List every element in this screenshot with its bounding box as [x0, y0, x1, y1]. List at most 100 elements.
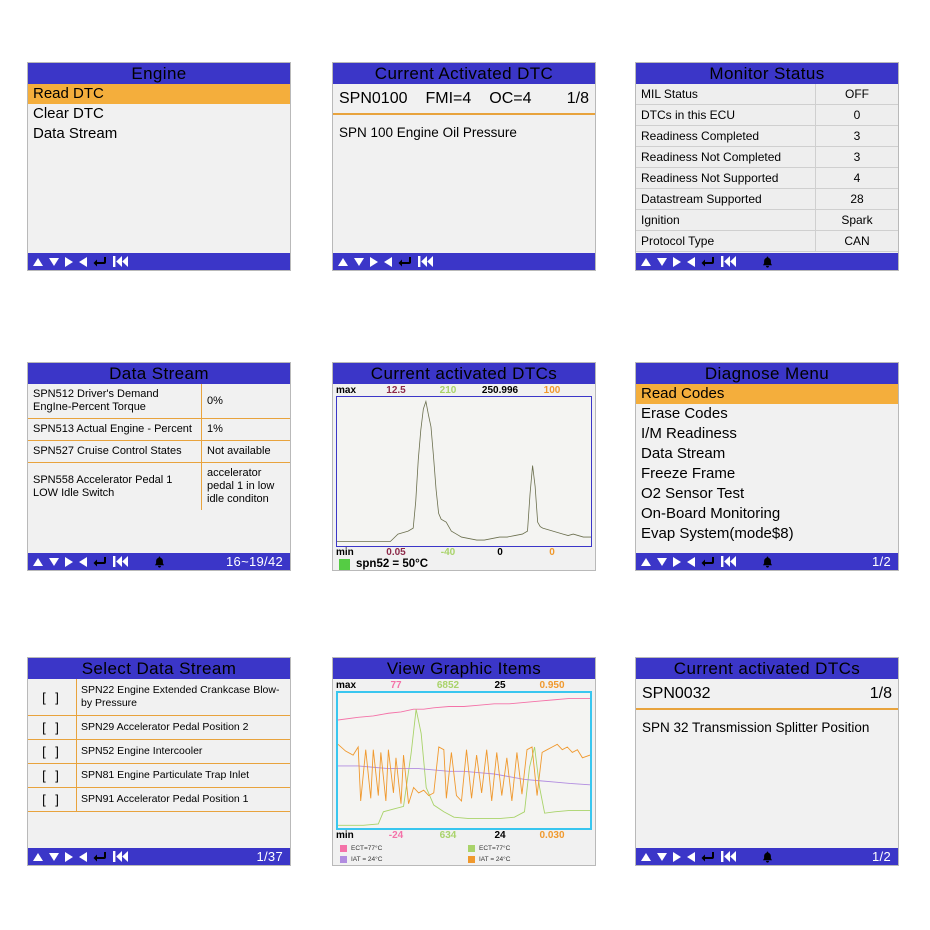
legend-label: IAT = 24°C	[351, 856, 383, 863]
triangle-down-icon[interactable]	[49, 257, 59, 266]
toolbar-icon-group	[33, 556, 165, 568]
bell-icon[interactable]	[762, 256, 773, 268]
menu-item-erase-codes[interactable]: Erase Codes	[636, 404, 898, 424]
menu-item-read-dtc[interactable]: Read DTC	[28, 84, 290, 104]
triangle-down-icon[interactable]	[657, 852, 667, 861]
row-value: 3	[815, 146, 898, 168]
triangle-right-icon[interactable]	[65, 556, 73, 567]
triangle-left-icon[interactable]	[384, 256, 392, 267]
panel-engine: Engine Read DTC Clear DTC Data Stream	[27, 62, 291, 271]
triangle-up-icon[interactable]	[33, 257, 43, 266]
enter-return-icon[interactable]	[701, 556, 715, 568]
triangle-left-icon[interactable]	[687, 256, 695, 267]
diagnose-menu-footer-toolbar: 1/2	[636, 553, 898, 570]
triangle-down-icon[interactable]	[657, 557, 667, 566]
monitor-status-table: MIL Status OFF DTCs in this ECU 0 Readin…	[636, 84, 898, 252]
skip-back-icon[interactable]	[721, 256, 736, 267]
legend-label: IAT = 24°C	[479, 856, 511, 863]
triangle-down-icon[interactable]	[49, 852, 59, 861]
triangle-down-icon[interactable]	[49, 557, 59, 566]
triangle-right-icon[interactable]	[673, 851, 681, 862]
checkbox-field[interactable]: [ ]	[28, 787, 77, 812]
enter-return-icon[interactable]	[398, 256, 412, 268]
table-row[interactable]: SPN527 Cruise Control States Not availab…	[28, 440, 290, 463]
min-value-4: 0.030	[539, 830, 565, 841]
bell-icon[interactable]	[762, 851, 773, 863]
triangle-down-icon[interactable]	[354, 257, 364, 266]
checkbox-field[interactable]: [ ]	[28, 763, 77, 788]
triangle-left-icon[interactable]	[687, 556, 695, 567]
panel-view-graphic-items: View Graphic Items max 77 6852 25 0.950	[332, 657, 596, 866]
current-activated-dtc-footer-toolbar	[333, 253, 595, 270]
triangle-left-icon[interactable]	[687, 851, 695, 862]
enter-return-icon[interactable]	[701, 851, 715, 863]
triangle-right-icon[interactable]	[65, 851, 73, 862]
skip-back-icon[interactable]	[721, 556, 736, 567]
triangle-up-icon[interactable]	[338, 257, 348, 266]
screenshot-grid: Engine Read DTC Clear DTC Data Stream Cu…	[0, 0, 930, 930]
triangle-left-icon[interactable]	[79, 256, 87, 267]
triangle-up-icon[interactable]	[33, 557, 43, 566]
legend-swatch-purple	[340, 856, 347, 863]
enter-return-icon[interactable]	[93, 851, 107, 863]
skip-back-icon[interactable]	[113, 556, 128, 567]
toolbar-icon-group	[641, 256, 773, 268]
bell-icon[interactable]	[762, 556, 773, 568]
max-value-2: 6852	[436, 680, 460, 691]
list-item[interactable]: [ ] SPN81 Engine Particulate Trap Inlet	[28, 763, 290, 788]
skip-back-icon[interactable]	[418, 256, 433, 267]
skip-back-icon[interactable]	[113, 851, 128, 862]
triangle-down-icon[interactable]	[657, 257, 667, 266]
list-item[interactable]: [ ] SPN29 Accelerator Pedal Position 2	[28, 715, 290, 740]
min-value-3: 0	[497, 547, 503, 558]
table-row[interactable]: SPN512 Driver's Demand EngIne-Percent To…	[28, 384, 290, 419]
menu-item-o2-sensor-test[interactable]: O2 Sensor Test	[636, 484, 898, 504]
row-value: CAN	[815, 230, 898, 252]
checkbox-field[interactable]: [ ]	[28, 679, 77, 716]
enter-return-icon[interactable]	[93, 256, 107, 268]
menu-item-clear-dtc[interactable]: Clear DTC	[28, 104, 290, 124]
bell-icon[interactable]	[154, 556, 165, 568]
triangle-right-icon[interactable]	[370, 256, 378, 267]
triangle-up-icon[interactable]	[33, 852, 43, 861]
skip-back-icon[interactable]	[721, 851, 736, 862]
menu-item-freeze-frame[interactable]: Freeze Frame	[636, 464, 898, 484]
menu-item-data-stream[interactable]: Data Stream	[28, 124, 290, 144]
legend-swatch-pink	[340, 845, 347, 852]
min-label: min	[336, 547, 354, 558]
triangle-up-icon[interactable]	[641, 852, 651, 861]
min-value-1: 0.05	[386, 547, 406, 558]
menu-item-read-codes[interactable]: Read Codes	[636, 384, 898, 404]
triangle-left-icon[interactable]	[79, 556, 87, 567]
menu-item-evap-system[interactable]: Evap System(mode$8)	[636, 524, 898, 544]
legend-entry: IAT = 24°C	[340, 854, 464, 865]
graph-body: max 12.5 210 250.996 100 min 0.05 -40 0	[333, 384, 595, 570]
list-item[interactable]: [ ] SPN91 Accelerator Pedal Position 1	[28, 787, 290, 812]
chart-legend-spn52: spn52 = 50°C	[336, 558, 592, 570]
table-row[interactable]: SPN513 Actual Engine - Percent 1%	[28, 418, 290, 441]
row-value: 4	[815, 167, 898, 189]
current-activated-dtcs-detail-body: SPN0032 1/8 SPN 32 Transmission Splitter…	[636, 679, 898, 848]
list-item[interactable]: [ ] SPN22 Engine Extended Crankcase Blow…	[28, 679, 290, 716]
ds-param-value: 1%	[201, 418, 290, 441]
triangle-right-icon[interactable]	[673, 256, 681, 267]
max-label: max	[336, 680, 357, 691]
triangle-up-icon[interactable]	[641, 257, 651, 266]
checkbox-field[interactable]: [ ]	[28, 715, 77, 740]
skip-back-icon[interactable]	[113, 256, 128, 267]
enter-return-icon[interactable]	[93, 556, 107, 568]
table-row[interactable]: SPN558 Accelerator Pedal 1 LOW Idle Swit…	[28, 462, 290, 510]
panel-title-select-data-stream: Select Data Stream	[28, 658, 290, 679]
max-value-4: 0.950	[539, 680, 565, 691]
triangle-left-icon[interactable]	[79, 851, 87, 862]
checkbox-field[interactable]: [ ]	[28, 739, 77, 764]
menu-item-on-board-monitoring[interactable]: On-Board Monitoring	[636, 504, 898, 524]
enter-return-icon[interactable]	[701, 256, 715, 268]
triangle-right-icon[interactable]	[65, 256, 73, 267]
list-item[interactable]: [ ] SPN52 Engine Intercooler	[28, 739, 290, 764]
menu-item-im-readiness[interactable]: I/M Readiness	[636, 424, 898, 444]
triangle-right-icon[interactable]	[673, 556, 681, 567]
diagnose-menu-list: Read Codes Erase Codes I/M Readiness Dat…	[636, 384, 898, 544]
menu-item-data-stream[interactable]: Data Stream	[636, 444, 898, 464]
triangle-up-icon[interactable]	[641, 557, 651, 566]
